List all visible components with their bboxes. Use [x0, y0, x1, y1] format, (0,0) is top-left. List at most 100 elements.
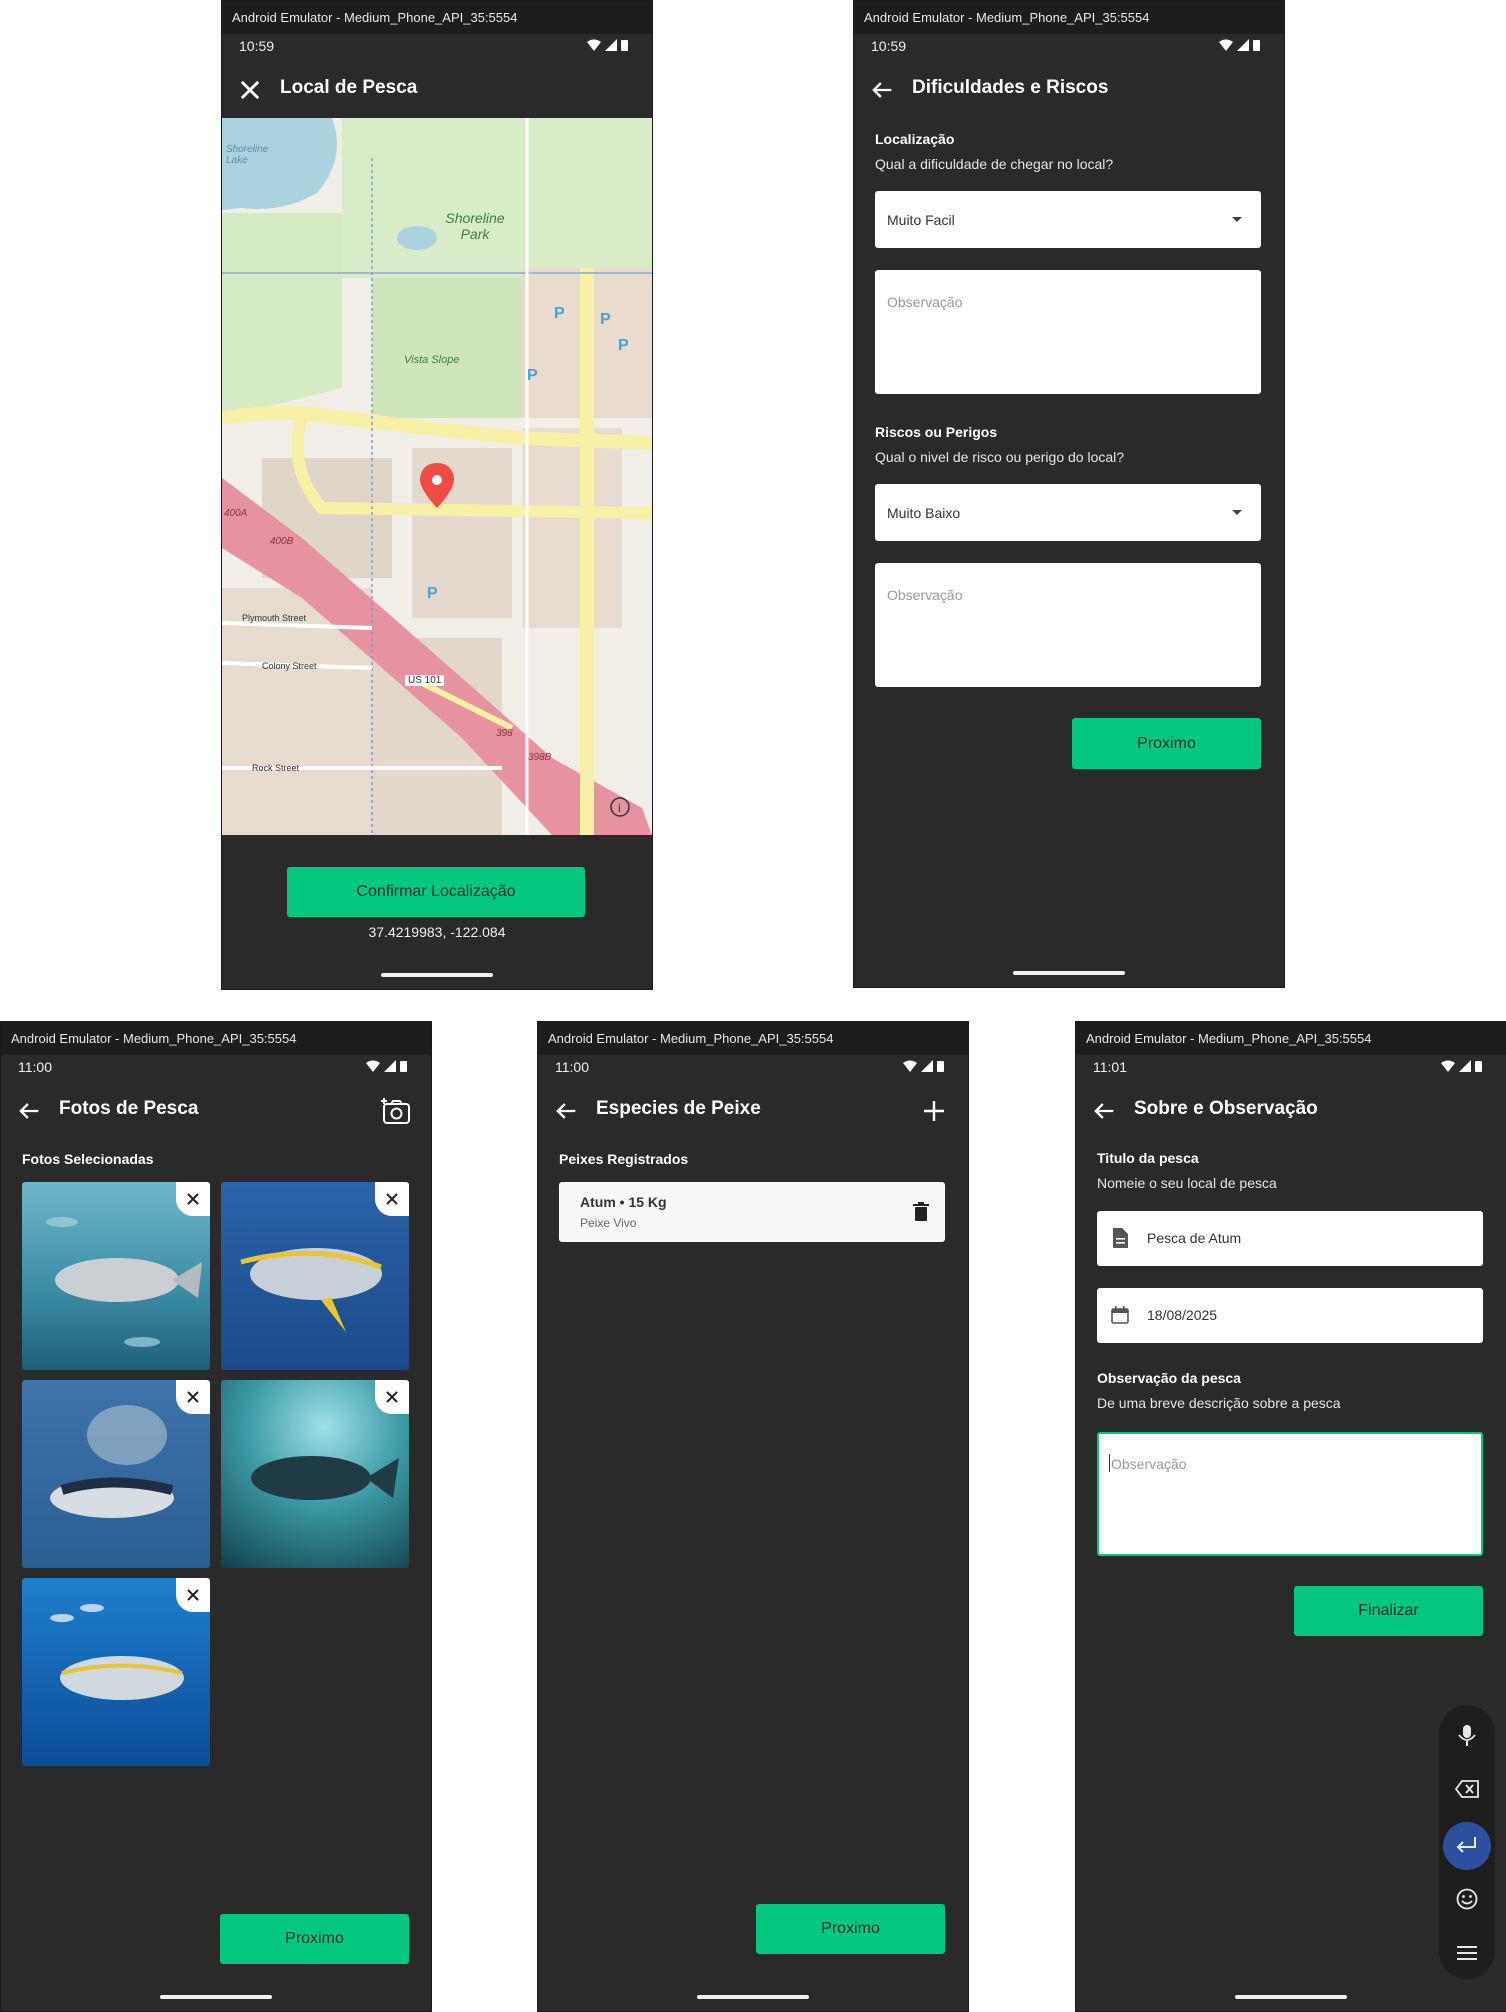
photo-thumbnail[interactable] — [221, 1182, 409, 1370]
registered-fish-heading: Peixes Registrados — [559, 1151, 689, 1167]
add-icon[interactable] — [918, 1095, 950, 1127]
observation-textarea[interactable]: Observação — [1097, 1432, 1483, 1556]
home-indicator[interactable] — [381, 973, 493, 977]
enter-icon — [1456, 1837, 1476, 1853]
confirm-location-button[interactable]: Confirmar Localização — [287, 867, 585, 917]
app-bar: Dificuldades e Riscos — [854, 60, 1284, 118]
photo-thumbnail[interactable] — [221, 1380, 409, 1568]
next-button[interactable]: Proximo — [1072, 718, 1261, 769]
fish-title: Atum • 15 Kg — [580, 1194, 667, 1210]
remove-photo-button[interactable] — [375, 1380, 409, 1414]
home-indicator[interactable] — [1013, 971, 1125, 975]
close-icon — [187, 1391, 199, 1403]
risk-heading: Riscos ou Perigos — [875, 424, 998, 440]
risk-select[interactable]: Muito Baixo — [875, 484, 1261, 541]
status-time: 10:59 — [871, 38, 907, 54]
signal-icon — [605, 39, 617, 51]
coordinates-text: 37.4219983, -122.084 — [368, 924, 506, 940]
map-label-park: Shoreline Park — [445, 210, 505, 242]
difficulty-select[interactable]: Muito Facil — [875, 191, 1261, 248]
observation-placeholder: Observação — [1111, 1456, 1187, 1472]
next-button[interactable]: Proximo — [756, 1904, 945, 1954]
location-question: Qual a dificuldade de chegar no local? — [875, 156, 1114, 172]
battery-icon — [1475, 1061, 1482, 1072]
map-label-slope: Vista Slope — [404, 354, 460, 366]
status-icons — [1441, 1060, 1482, 1072]
signal-icon — [1459, 1060, 1471, 1072]
back-arrow-icon[interactable] — [552, 1097, 580, 1125]
back-arrow-icon[interactable] — [1090, 1097, 1118, 1125]
wifi-icon — [903, 1060, 917, 1072]
fishing-name-input[interactable]: Pesca de Atum — [1097, 1211, 1483, 1266]
emoji-icon[interactable] — [1456, 1888, 1478, 1910]
remove-photo-button[interactable] — [176, 1182, 210, 1216]
status-time: 11:00 — [18, 1059, 52, 1075]
close-icon — [386, 1391, 398, 1403]
home-indicator[interactable] — [697, 1995, 809, 1999]
status-time: 11:01 — [1093, 1059, 1127, 1075]
observation-heading: Observação da pesca — [1097, 1370, 1241, 1386]
map-screen-window: Android Emulator - Medium_Phone_API_35:5… — [221, 0, 653, 990]
fishing-title-sub: Nomeie o seu local de pesca — [1097, 1175, 1277, 1191]
back-arrow-icon[interactable] — [868, 76, 896, 104]
photo-thumbnail[interactable] — [22, 1578, 210, 1766]
remove-photo-button[interactable] — [176, 1578, 210, 1612]
selected-photos-heading: Fotos Selecionadas — [22, 1151, 154, 1167]
map-label-us101: US 101 — [405, 675, 445, 686]
list-item[interactable]: Atum • 15 Kg Peixe Vivo — [559, 1182, 945, 1242]
status-bar: 10:59 — [854, 34, 1284, 60]
wifi-icon — [1219, 39, 1233, 51]
remove-photo-button[interactable] — [375, 1182, 409, 1216]
svg-text:P: P — [527, 367, 538, 384]
home-indicator[interactable] — [160, 1995, 272, 1999]
back-arrow-icon[interactable] — [15, 1097, 43, 1125]
window-title: Android Emulator - Medium_Phone_API_35:5… — [222, 1, 652, 34]
window-title: Android Emulator - Medium_Phone_API_35:5… — [1, 1022, 431, 1055]
battery-icon — [937, 1061, 944, 1072]
app-bar: Sobre e Observação — [1076, 1081, 1506, 1139]
fishing-title-heading: Titulo da pesca — [1097, 1150, 1199, 1166]
status-bar: 10:59 — [222, 34, 652, 60]
page-title: Sobre e Observação — [1134, 1098, 1318, 1119]
map-label-plymouth: Plymouth Street — [242, 613, 307, 623]
trash-icon[interactable] — [913, 1202, 929, 1222]
risks-screen-window: Android Emulator - Medium_Phone_API_35:5… — [853, 0, 1285, 988]
battery-icon — [621, 40, 628, 51]
next-button[interactable]: Proximo — [220, 1914, 409, 1964]
add-photo-camera-icon[interactable] — [381, 1095, 413, 1127]
photo-thumbnail[interactable] — [22, 1380, 210, 1568]
microphone-icon[interactable] — [1457, 1725, 1477, 1747]
photo-thumbnail[interactable] — [22, 1182, 210, 1370]
location-heading: Localização — [875, 131, 955, 147]
risk-select-value: Muito Baixo — [887, 505, 961, 521]
map-drawing: P PP PP i — [222, 118, 652, 835]
about-screen-window: Android Emulator - Medium_Phone_API_35:5… — [1075, 1021, 1506, 2012]
page-title: Local de Pesca — [280, 77, 418, 98]
status-icons — [587, 39, 628, 51]
finish-button[interactable]: Finalizar — [1294, 1586, 1483, 1636]
backspace-icon[interactable] — [1455, 1780, 1479, 1798]
enter-button[interactable] — [1443, 1822, 1491, 1870]
app-bar: Especies de Peixe — [538, 1081, 968, 1139]
observation-placeholder: Observação — [887, 587, 963, 603]
menu-icon[interactable] — [1457, 1945, 1477, 1961]
map-label-400b: 400B — [270, 536, 294, 547]
fishing-name-value: Pesca de Atum — [1147, 1230, 1242, 1246]
document-icon — [1113, 1228, 1128, 1248]
home-indicator[interactable] — [1235, 1995, 1347, 1999]
difficulty-observation-input[interactable]: Observação — [875, 270, 1261, 394]
window-title: Android Emulator - Medium_Phone_API_35:5… — [538, 1022, 968, 1055]
close-icon[interactable] — [236, 76, 264, 104]
risk-observation-input[interactable]: Observação — [875, 563, 1261, 687]
difficulty-select-value: Muito Facil — [887, 212, 955, 228]
svg-text:P: P — [427, 585, 438, 602]
map-label-400a: 400A — [224, 508, 248, 519]
window-title: Android Emulator - Medium_Phone_API_35:5… — [1076, 1022, 1506, 1055]
map-view[interactable]: PPP PP i Shoreline Lake Shoreline Park V… — [222, 118, 652, 835]
status-time: 11:00 — [555, 1059, 589, 1075]
remove-photo-button[interactable] — [176, 1380, 210, 1414]
page-title: Fotos de Pesca — [59, 1098, 199, 1119]
date-input[interactable]: 18/08/2025 — [1097, 1288, 1483, 1343]
dropdown-arrow-icon — [1232, 217, 1242, 222]
battery-icon — [1253, 40, 1260, 51]
